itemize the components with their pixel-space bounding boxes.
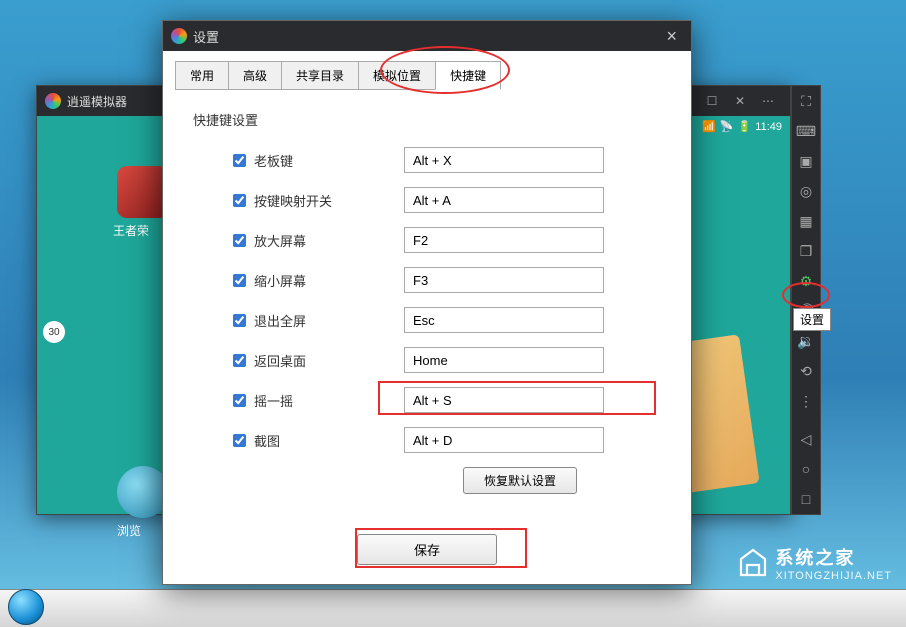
watermark-title: 系统之家 (775, 544, 892, 570)
settings-dialog: 设置 × 常用 高级 共享目录 模拟位置 快捷键 快捷键设置 老板键 按键映射开… (162, 20, 692, 585)
settings-titlebar: 设置 × (163, 21, 691, 51)
maximize-button[interactable]: ☐ (698, 91, 726, 111)
hotkey-row-zoom-out: 缩小屏幕 (193, 267, 661, 293)
gear-tooltip: 设置 (793, 308, 831, 331)
hotkey-row-exit-fullscreen: 退出全屏 (193, 307, 661, 333)
tabs-bar: 常用 高级 共享目录 模拟位置 快捷键 (163, 51, 691, 90)
restore-defaults-button[interactable]: 恢复默认设置 (463, 467, 577, 494)
gear-icon[interactable]: ⚙ (791, 266, 821, 296)
hotkey-row-screenshot: 截图 (193, 427, 661, 453)
more-tools-icon[interactable]: ⋮ (791, 386, 821, 416)
hotkey-row-keymap-toggle: 按键映射开关 (193, 187, 661, 213)
apk-icon[interactable]: ▣ (791, 146, 821, 176)
hotkey-field[interactable] (404, 427, 604, 453)
location-icon[interactable]: ◎ (791, 176, 821, 206)
signal-icon: 📡 (720, 120, 734, 133)
hotkey-checkbox[interactable] (233, 194, 246, 207)
close-settings-button[interactable]: × (660, 26, 683, 47)
tab-hotkeys[interactable]: 快捷键 (435, 61, 501, 90)
tab-advanced[interactable]: 高级 (228, 61, 282, 90)
level-badge: 30 (43, 321, 65, 343)
hotkey-field[interactable] (404, 267, 604, 293)
back-icon[interactable]: ◁ (791, 424, 821, 454)
close-emulator-button[interactable]: ✕ (726, 91, 754, 111)
taskbar[interactable] (0, 589, 906, 627)
tab-mock-location[interactable]: 模拟位置 (358, 61, 436, 90)
wifi-icon: 📶 (702, 120, 716, 133)
status-time: 11:49 (755, 121, 782, 133)
game-app-label: 王者荣 (113, 222, 149, 239)
hotkey-label: 按键映射开关 (254, 191, 404, 210)
hotkey-field[interactable] (404, 187, 604, 213)
keyboard-icon[interactable]: ⌨ (791, 116, 821, 146)
watermark: 系统之家 XITONGZHIJIA.NET (737, 544, 892, 582)
hotkey-row-zoom-in: 放大屏幕 (193, 227, 661, 253)
rotate-icon[interactable]: ⟲ (791, 356, 821, 386)
hotkey-checkbox[interactable] (233, 354, 246, 367)
hotkey-field[interactable] (404, 347, 604, 373)
battery-icon: 🔋 (738, 120, 752, 133)
emulator-title: 逍遥模拟器 (67, 93, 127, 110)
hotkey-label: 缩小屏幕 (254, 271, 404, 290)
hotkey-row-boss-key: 老板键 (193, 147, 661, 173)
recent-icon[interactable]: □ (791, 484, 821, 514)
save-button[interactable]: 保存 (357, 534, 497, 565)
emulator-logo-icon (45, 93, 61, 109)
settings-body: 快捷键设置 老板键 按键映射开关 放大屏幕 缩小屏幕 退出全屏 (163, 90, 691, 585)
android-status-bar: 📶 📡 🔋 11:49 (694, 116, 790, 137)
settings-title: 设置 (193, 27, 219, 46)
more-button[interactable]: ⋯ (754, 91, 782, 111)
hotkey-field[interactable] (404, 227, 604, 253)
hotkey-checkbox[interactable] (233, 234, 246, 247)
watermark-logo-icon (737, 547, 769, 579)
side-toolbar: ⛶ ⌨ ▣ ◎ ▦ ❐ ⚙ 🔊 🔉 ⟲ ⋮ ◁ ○ □ (791, 85, 821, 515)
tab-common[interactable]: 常用 (175, 61, 229, 90)
watermark-url: XITONGZHIJIA.NET (775, 570, 892, 582)
hotkey-row-shake: 摇一摇 (193, 387, 661, 413)
browser-app-label: 浏览 (117, 522, 141, 539)
hotkey-label: 老板键 (254, 151, 404, 170)
tab-shared-dir[interactable]: 共享目录 (281, 61, 359, 90)
settings-logo-icon (171, 28, 187, 44)
start-button[interactable] (8, 589, 44, 625)
hotkey-checkbox[interactable] (233, 434, 246, 447)
hotkey-row-back-to-home: 返回桌面 (193, 347, 661, 373)
hotkey-label: 退出全屏 (254, 311, 404, 330)
apps-icon[interactable]: ▦ (791, 206, 821, 236)
hotkey-checkbox[interactable] (233, 314, 246, 327)
home-icon[interactable]: ○ (791, 454, 821, 484)
hotkey-field[interactable] (404, 387, 604, 413)
hotkey-label: 返回桌面 (254, 351, 404, 370)
hotkey-field[interactable] (404, 147, 604, 173)
hotkey-label: 放大屏幕 (254, 231, 404, 250)
fullscreen-icon[interactable]: ⛶ (791, 86, 821, 116)
hotkey-checkbox[interactable] (233, 274, 246, 287)
multi-icon[interactable]: ❐ (791, 236, 821, 266)
hotkey-label: 截图 (254, 431, 404, 450)
hotkey-label: 摇一摇 (254, 391, 404, 410)
hotkey-checkbox[interactable] (233, 154, 246, 167)
hotkey-checkbox[interactable] (233, 394, 246, 407)
hotkey-field[interactable] (404, 307, 604, 333)
section-title: 快捷键设置 (193, 110, 661, 129)
